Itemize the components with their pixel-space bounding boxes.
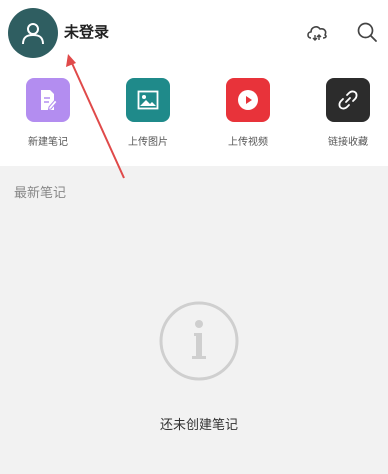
new-note-label: 新建笔记 — [28, 137, 68, 148]
upload-image-action[interactable]: 上传图片 — [108, 78, 188, 150]
link-collect-label: 链接收藏 — [328, 137, 368, 148]
upload-video-action[interactable]: 上传视频 — [208, 78, 288, 150]
note-edit-icon — [41, 90, 58, 111]
search-button[interactable] — [355, 20, 379, 44]
upload-image-label: 上传图片 — [128, 137, 168, 148]
quick-actions: 新建笔记 上传图片 上传视频 链接收藏 — [0, 78, 388, 158]
upload-video-tile[interactable] — [226, 78, 270, 122]
upload-video-label: 上传视频 — [228, 137, 268, 148]
new-note-action[interactable]: 新建笔记 — [8, 78, 88, 150]
user-icon — [22, 23, 44, 45]
info-icon — [159, 301, 239, 381]
link-collect-action[interactable]: 链接收藏 — [308, 78, 388, 150]
avatar[interactable] — [8, 8, 58, 58]
recent-notes-title: 最新笔记 — [14, 186, 67, 201]
link-icon — [338, 90, 358, 110]
cloud-sync-button[interactable] — [305, 20, 329, 44]
play-icon — [238, 90, 258, 110]
image-icon — [137, 90, 159, 110]
upload-image-tile[interactable] — [126, 78, 170, 122]
search-icon — [357, 22, 377, 42]
recent-notes-section: 最新笔记 还未创建笔记 — [0, 166, 388, 474]
header: 未登录 — [0, 0, 388, 64]
link-collect-tile[interactable] — [326, 78, 370, 122]
new-note-tile[interactable] — [26, 78, 70, 122]
empty-state-text: 还未创建笔记 — [159, 418, 238, 433]
username-label[interactable]: 未登录 — [64, 22, 109, 42]
cloud-sync-icon — [307, 26, 327, 41]
